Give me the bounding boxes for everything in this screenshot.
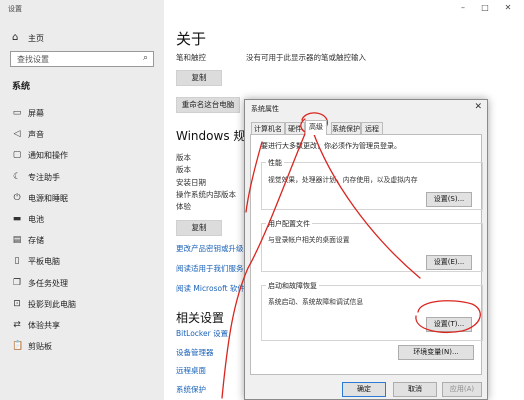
tab-3[interactable]: 高级 [305,120,327,135]
annotation-line-lower [221,121,311,399]
annotation-circle-startup-settings [415,300,481,333]
annotation-line-short [245,141,263,213]
red-annotation-strokes [221,112,481,399]
annotation-line-upper [311,128,421,279]
